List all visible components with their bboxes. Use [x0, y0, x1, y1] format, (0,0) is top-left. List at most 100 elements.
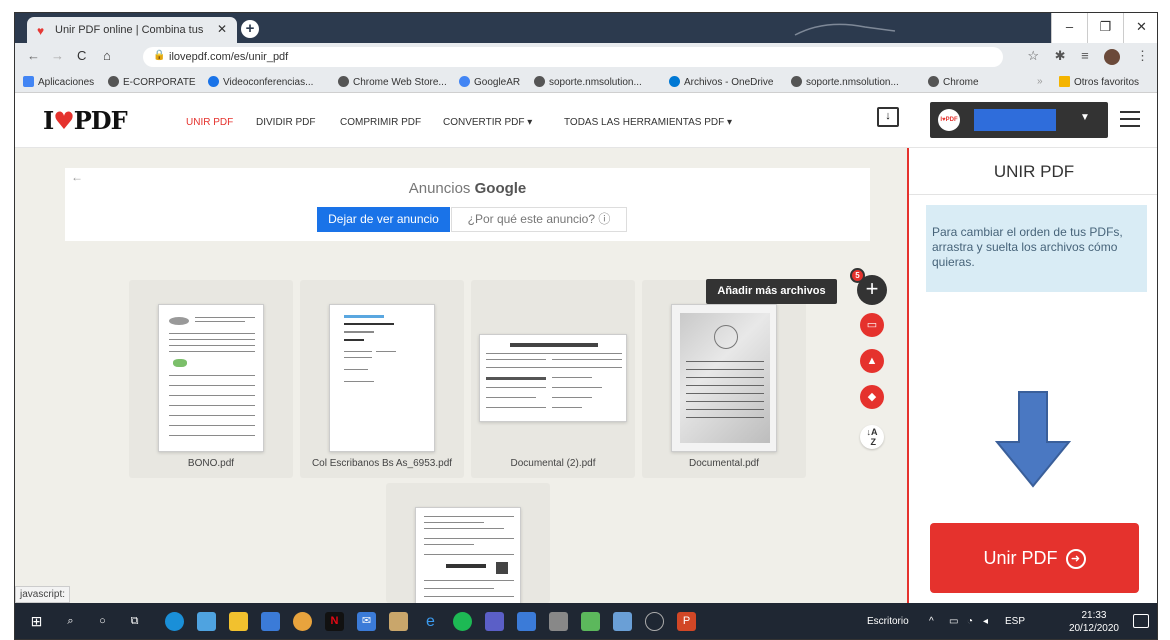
bookmark-star-icon[interactable]: ☆ — [1027, 48, 1039, 63]
maximize-icon[interactable]: ❐ — [1087, 13, 1123, 43]
app-icon[interactable] — [645, 612, 664, 631]
close-tab-icon[interactable]: ✕ — [217, 22, 227, 36]
chrome-icon[interactable] — [293, 612, 312, 631]
add-files-tooltip: Añadir más archivos — [706, 279, 837, 304]
car-theme-decoration — [785, 17, 905, 39]
forward-icon[interactable]: → — [51, 48, 64, 63]
desktop-download-icon[interactable]: ↓ — [877, 107, 899, 127]
profile-avatar[interactable] — [1104, 48, 1121, 65]
powerpoint-icon[interactable]: P — [677, 612, 696, 631]
edge-icon[interactable] — [165, 612, 184, 631]
browser-window: ♥ Unir PDF online | Combina tus ar ✕ + –… — [14, 12, 1158, 640]
nav-convert-pdf[interactable]: CONVERTIR PDF ▾ — [443, 117, 532, 128]
ilovepdf-favicon-icon: ♥ — [37, 24, 45, 38]
ad-banner: ← Anuncios Google Dejar de ver anuncio ¿… — [65, 168, 870, 241]
notifications-icon[interactable] — [1133, 614, 1149, 628]
back-icon[interactable]: ← — [27, 48, 40, 63]
language-indicator[interactable]: ESP — [1005, 616, 1025, 627]
why-ad-button[interactable]: ¿Por qué este anuncio? ⓘ — [451, 207, 627, 232]
sort-az-icon[interactable]: ↓A Z — [860, 425, 884, 449]
bookmark-item[interactable]: GoogleAR — [459, 76, 520, 88]
cortana-icon[interactable]: ○ — [93, 612, 112, 631]
nav-split-pdf[interactable]: DIVIDIR PDF — [256, 117, 315, 128]
file-card[interactable]: BONO.pdf — [129, 280, 293, 478]
merge-pdf-button[interactable]: Unir PDF ➜ — [930, 523, 1139, 593]
file-name: Documental (2).pdf — [510, 458, 596, 469]
pdf-thumbnail — [329, 304, 435, 452]
bookmark-item[interactable]: Aplicaciones — [23, 76, 94, 88]
computer-upload-icon[interactable]: ▭ — [860, 313, 884, 337]
lock-icon: 🔒 — [153, 50, 166, 61]
bookmark-item[interactable]: Chrome — [928, 76, 979, 88]
task-view-icon[interactable]: ⧉ — [125, 612, 144, 631]
clock[interactable]: 21:33 20/12/2020 — [1069, 609, 1119, 635]
spotify-icon[interactable] — [453, 612, 472, 631]
bookmark-item[interactable]: Archivos - OneDrive — [669, 76, 773, 88]
other-favorites[interactable]: Otros favoritos — [1059, 76, 1139, 88]
tab-title: Unir PDF online | Combina tus ar — [55, 24, 205, 36]
nav-all-tools[interactable]: TODAS LAS HERRAMIENTAS PDF ▾ — [564, 117, 732, 128]
nav-merge-pdf[interactable]: UNIR PDF — [186, 117, 233, 128]
bookmark-item[interactable]: Chrome Web Store... — [338, 76, 447, 88]
app-icon[interactable] — [197, 612, 216, 631]
windows-taskbar: ⊞ ⌕ ○ ⧉ N ✉ e P Escritorio ^ ▭ ◔ ◂ ESP 2… — [15, 603, 1157, 639]
file-explorer-icon[interactable] — [229, 612, 248, 631]
bookmark-item[interactable]: soporte.nmsolution... — [791, 76, 899, 88]
windows-start-icon[interactable]: ⊞ — [27, 612, 46, 631]
avatar: I♥PDF — [938, 109, 960, 131]
bookmark-item[interactable]: soporte.nmsolution... — [534, 76, 642, 88]
divider — [909, 194, 1157, 195]
hamburger-menu-icon[interactable] — [1120, 111, 1140, 132]
calculator-icon[interactable] — [613, 612, 632, 631]
address-bar[interactable]: 🔒 ilovepdf.com/es/unir_pdf — [143, 47, 1003, 67]
bookmark-item[interactable]: E-CORPORATE — [108, 76, 196, 88]
menu-kebab-icon[interactable]: ⋮ — [1136, 48, 1149, 63]
netflix-icon[interactable]: N — [325, 612, 344, 631]
nav-compress-pdf[interactable]: COMPRIMIR PDF — [340, 117, 421, 128]
volume-icon[interactable]: ◂ — [983, 616, 988, 627]
app-icon[interactable] — [389, 612, 408, 631]
wifi-icon[interactable]: ◔ — [967, 616, 973, 627]
google-drive-icon[interactable]: ▲ — [860, 349, 884, 373]
app-icon[interactable] — [549, 612, 568, 631]
stamp-mark — [714, 325, 738, 349]
app-icon[interactable] — [581, 612, 600, 631]
arrow-right-circle-icon: ➜ — [1065, 549, 1086, 569]
stop-ad-button[interactable]: Dejar de ver anuncio — [317, 207, 450, 232]
network-icon[interactable]: ▭ — [949, 616, 958, 627]
file-card[interactable] — [386, 483, 550, 607]
bookmark-item[interactable]: Videoconferencias... — [208, 76, 313, 88]
browser-tab[interactable]: ♥ Unir PDF online | Combina tus ar ✕ — [27, 17, 237, 43]
home-icon[interactable]: ⌂ — [103, 48, 111, 63]
teams-icon[interactable] — [485, 612, 504, 631]
toolbar-extensions: ☆ ✱ ≡ ⋮ — [1015, 48, 1149, 65]
app-icon[interactable] — [517, 612, 536, 631]
tab-strip: ♥ Unir PDF online | Combina tus ar ✕ + –… — [15, 13, 1157, 43]
dropbox-icon[interactable]: ◆ — [860, 385, 884, 409]
reload-icon[interactable]: C — [77, 48, 86, 63]
chevron-up-icon[interactable]: ^ — [929, 616, 934, 627]
address-toolbar: ← → C ⌂ 🔒 ilovepdf.com/es/unir_pdf ☆ ✱ ≡… — [15, 43, 1157, 71]
minimize-icon[interactable]: – — [1051, 13, 1087, 43]
desktop-toolbar-label[interactable]: Escritorio — [867, 616, 909, 627]
pdf-thumbnail — [479, 334, 627, 422]
ilovepdf-logo[interactable]: I♥PDF — [43, 106, 128, 135]
file-card[interactable]: Documental (2).pdf — [471, 280, 635, 478]
globe-icon — [534, 76, 545, 87]
mail-icon[interactable]: ✉ — [357, 612, 376, 631]
close-window-icon[interactable]: ✕ — [1123, 13, 1157, 43]
extension-icon[interactable]: ✱ — [1055, 48, 1066, 63]
reading-list-icon[interactable]: ≡ — [1081, 48, 1089, 63]
file-card[interactable]: Col Escribanos Bs As_6953.pdf — [300, 280, 464, 478]
internet-explorer-icon[interactable]: e — [421, 612, 440, 631]
bookmarks-overflow[interactable]: » — [1037, 76, 1043, 87]
search-icon[interactable]: ⌕ — [61, 612, 80, 631]
status-bar: javascript: — [15, 586, 71, 603]
sidebar-title: UNIR PDF — [993, 162, 1075, 181]
chevron-down-icon: ▼ — [1080, 112, 1090, 123]
store-icon[interactable] — [261, 612, 280, 631]
new-tab-button[interactable]: + — [241, 20, 259, 38]
user-menu[interactable]: I♥PDF ▼ — [930, 102, 1108, 138]
merge-sidebar: UNIR PDF Para cambiar el orden de tus PD… — [909, 148, 1157, 603]
file-card[interactable]: Documental.pdf — [642, 280, 806, 478]
